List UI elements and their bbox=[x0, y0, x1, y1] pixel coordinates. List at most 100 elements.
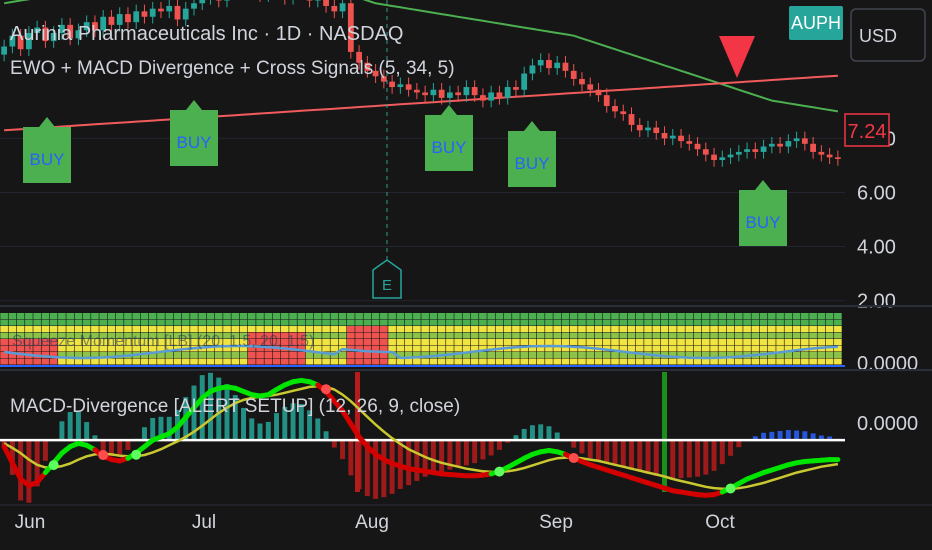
squeeze-cell bbox=[487, 358, 495, 365]
squeeze-cell bbox=[701, 358, 710, 365]
squeeze-cell bbox=[338, 326, 347, 332]
squeeze-cell bbox=[8, 326, 17, 332]
squeeze-cell bbox=[231, 313, 240, 319]
squeeze-cell bbox=[817, 326, 826, 332]
squeeze-cell bbox=[660, 313, 669, 319]
squeeze-cell bbox=[652, 319, 661, 326]
squeeze-title[interactable]: Squeeze Momentum [LB] (20, 1.5, 20, 1.5) bbox=[12, 333, 314, 350]
squeeze-cell bbox=[173, 319, 182, 326]
squeeze-cell bbox=[677, 313, 685, 319]
squeeze-cell bbox=[512, 313, 520, 319]
candle-body bbox=[174, 5, 181, 20]
squeeze-cell bbox=[33, 319, 41, 326]
last-price-label: 7.24 bbox=[848, 121, 887, 143]
squeeze-cell bbox=[545, 358, 553, 365]
candle-body bbox=[422, 92, 429, 96]
squeeze-cell bbox=[256, 313, 264, 319]
squeeze-cell bbox=[264, 326, 273, 332]
squeeze-cell bbox=[239, 319, 248, 326]
squeeze-cell bbox=[289, 313, 297, 319]
squeeze-cell bbox=[685, 339, 694, 345]
macd-histogram-bar bbox=[777, 430, 783, 441]
squeeze-cell bbox=[322, 345, 330, 352]
squeeze-cell bbox=[817, 358, 826, 365]
squeeze-cell bbox=[809, 313, 817, 319]
squeeze-cell bbox=[759, 358, 768, 365]
squeeze-cell bbox=[74, 313, 83, 319]
squeeze-cell bbox=[264, 319, 273, 326]
candle-body bbox=[141, 11, 148, 17]
squeeze-cell bbox=[652, 332, 661, 339]
squeeze-cell bbox=[454, 358, 462, 365]
squeeze-cell bbox=[718, 332, 727, 339]
squeeze-cell bbox=[743, 332, 751, 339]
time-axis-label: Sep bbox=[539, 512, 573, 533]
squeeze-cell bbox=[363, 313, 372, 319]
squeeze-cell bbox=[668, 313, 677, 319]
squeeze-cell bbox=[784, 339, 793, 345]
squeeze-cell bbox=[627, 345, 636, 352]
chart-canvas[interactable]: BUY BUY BUY BUY BUY E Aurinia Pharmaceutical… bbox=[0, 0, 932, 550]
squeeze-cell bbox=[701, 332, 710, 339]
macd-cross-dot bbox=[131, 449, 142, 460]
squeeze-cell bbox=[792, 313, 801, 319]
squeeze-cell bbox=[330, 332, 339, 339]
squeeze-cell bbox=[561, 339, 570, 345]
squeeze-cell bbox=[462, 313, 471, 319]
squeeze-cell bbox=[801, 313, 809, 319]
squeeze-cell bbox=[809, 332, 817, 339]
squeeze-cell bbox=[148, 358, 157, 365]
squeeze-cell bbox=[569, 313, 578, 319]
squeeze-cell bbox=[503, 319, 512, 326]
squeeze-cell bbox=[594, 332, 603, 339]
squeeze-cell bbox=[528, 326, 537, 332]
macd-title[interactable]: MACD-Divergence [ALERT SETUP] (12, 26, 9… bbox=[10, 396, 460, 417]
squeeze-cell bbox=[404, 326, 413, 332]
squeeze-cell bbox=[768, 332, 776, 339]
squeeze-cell bbox=[132, 326, 141, 332]
earnings-letter: E bbox=[382, 277, 392, 294]
squeeze-cell bbox=[347, 326, 355, 332]
squeeze-cell bbox=[611, 332, 619, 339]
candle-body bbox=[455, 92, 462, 96]
squeeze-cell bbox=[520, 319, 529, 326]
squeeze-cell bbox=[429, 313, 438, 319]
divergence-bar-green bbox=[662, 372, 667, 492]
squeeze-cell bbox=[413, 345, 421, 352]
squeeze-cell bbox=[107, 313, 116, 319]
squeeze-cell bbox=[710, 319, 718, 326]
chart-title[interactable]: Aurinia Pharmaceuticals Inc · 1D · NASDA… bbox=[10, 23, 403, 45]
squeeze-cell bbox=[685, 326, 694, 332]
squeeze-cell bbox=[479, 332, 487, 339]
squeeze-cell bbox=[594, 326, 603, 332]
squeeze-cell bbox=[734, 358, 743, 365]
squeeze-cell bbox=[668, 358, 677, 365]
squeeze-cell bbox=[0, 345, 8, 352]
squeeze-cell bbox=[305, 358, 314, 365]
squeeze-cell bbox=[668, 332, 677, 339]
squeeze-cell bbox=[49, 326, 58, 332]
squeeze-cell bbox=[693, 319, 702, 326]
squeeze-cell bbox=[825, 326, 834, 332]
squeeze-cell bbox=[611, 313, 619, 319]
squeeze-cell bbox=[247, 313, 256, 319]
squeeze-cell bbox=[503, 339, 512, 345]
squeeze-cell bbox=[710, 339, 718, 345]
squeeze-cell bbox=[371, 326, 380, 332]
squeeze-cell bbox=[759, 326, 768, 332]
squeeze-cell bbox=[256, 319, 264, 326]
squeeze-cell bbox=[718, 326, 727, 332]
macd-histogram-bar bbox=[521, 428, 527, 441]
squeeze-cell bbox=[652, 339, 661, 345]
squeeze-cell bbox=[115, 326, 124, 332]
squeeze-cell bbox=[388, 345, 396, 352]
indicator-title[interactable]: EWO + MACD Divergence + Cross Signals (5… bbox=[10, 58, 455, 79]
squeeze-cell bbox=[553, 352, 562, 358]
squeeze-cell bbox=[834, 319, 842, 326]
squeeze-cell bbox=[594, 352, 603, 358]
macd-cross-dot bbox=[48, 460, 59, 471]
squeeze-cell bbox=[462, 339, 471, 345]
squeeze-cell bbox=[239, 313, 248, 319]
squeeze-cell bbox=[181, 313, 190, 319]
candle-body bbox=[636, 124, 643, 131]
